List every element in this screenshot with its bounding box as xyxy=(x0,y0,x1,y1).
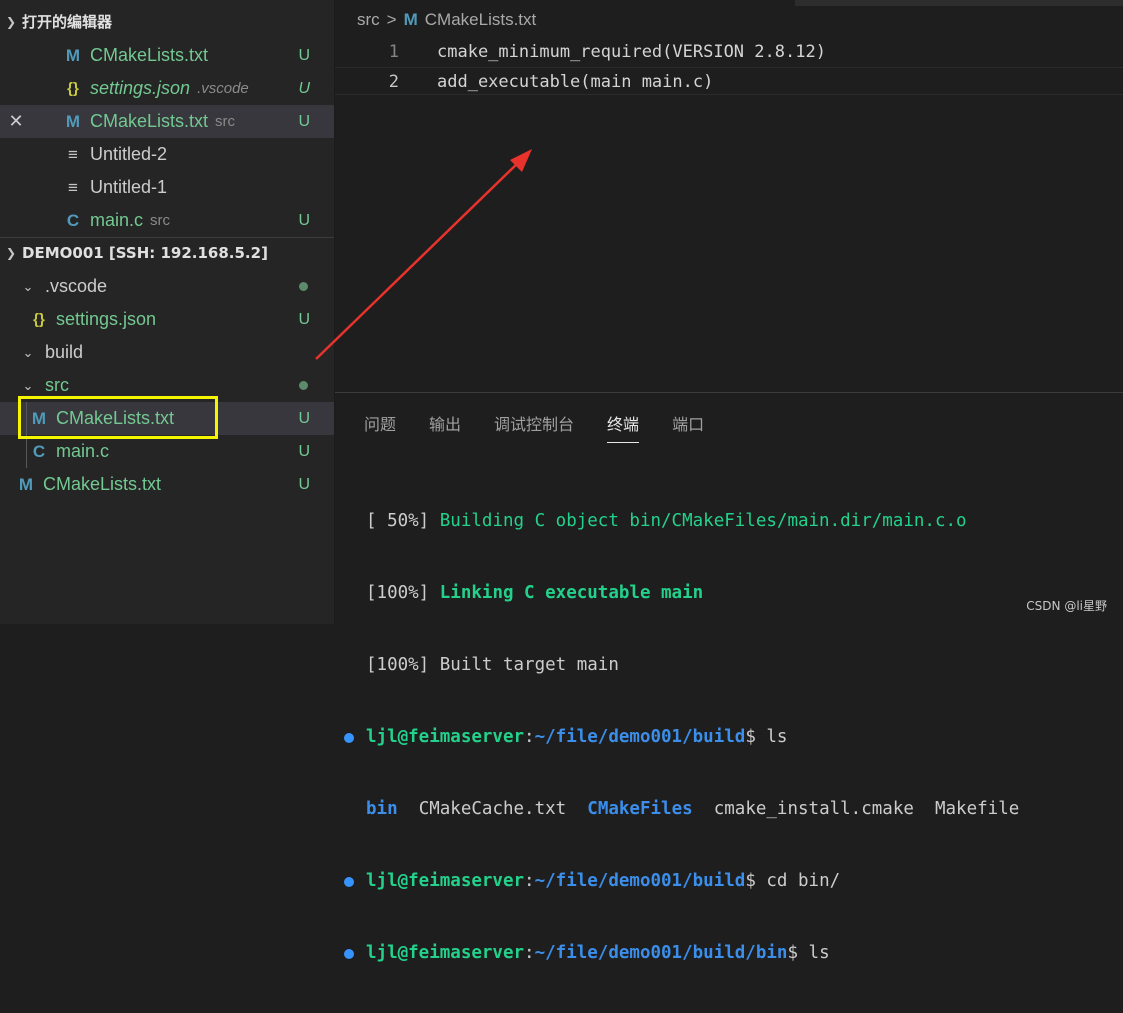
terminal-line: bin CMakeCache.txt CMakeFiles cmake_inst… xyxy=(366,797,1019,821)
prompt-colon: : xyxy=(524,727,535,747)
arrow-line xyxy=(315,159,522,360)
prompt-command: $ ls xyxy=(787,943,830,963)
ls-entry: CMakeCache.txt xyxy=(418,799,567,819)
terminal-line: [100%] Built target main xyxy=(366,653,1019,677)
watermark: CSDN @li星野 xyxy=(1026,599,1107,613)
prompt-colon: : xyxy=(524,943,535,963)
command-decoration-icon[interactable] xyxy=(344,877,354,887)
command-decoration-icon[interactable] xyxy=(344,733,354,743)
command-decoration-icon[interactable] xyxy=(344,949,354,959)
prompt-path: ~/file/demo001/build xyxy=(534,727,746,747)
prompt-path: ~/file/demo001/build/bin xyxy=(534,943,788,963)
prompt-path: ~/file/demo001/build xyxy=(534,871,746,891)
ls-entry: bin xyxy=(366,799,398,819)
terminal-prompt-line: ljl@feimaserver:~/file/demo001/build/bin… xyxy=(344,941,1019,965)
prompt-command: $ ls xyxy=(745,727,788,747)
ls-entry: Makefile xyxy=(934,799,1020,819)
progress-text: [100%] xyxy=(366,655,430,675)
prompt-user: ljl@feimaserver xyxy=(366,871,525,891)
build-message: Built target main xyxy=(439,655,619,675)
ls-entry: CMakeFiles xyxy=(587,799,693,819)
prompt-colon: : xyxy=(524,871,535,891)
prompt-command: $ cd bin/ xyxy=(745,871,841,891)
terminal-prompt-line: ljl@feimaserver:~/file/demo001/build$ ls xyxy=(344,725,1019,749)
prompt-user: ljl@feimaserver xyxy=(366,943,525,963)
terminal-prompt-line: ljl@feimaserver:~/file/demo001/build$ cd… xyxy=(344,869,1019,893)
prompt-user: ljl@feimaserver xyxy=(366,727,525,747)
annotation-arrow xyxy=(315,149,532,360)
ls-entry: cmake_install.cmake xyxy=(713,799,914,819)
